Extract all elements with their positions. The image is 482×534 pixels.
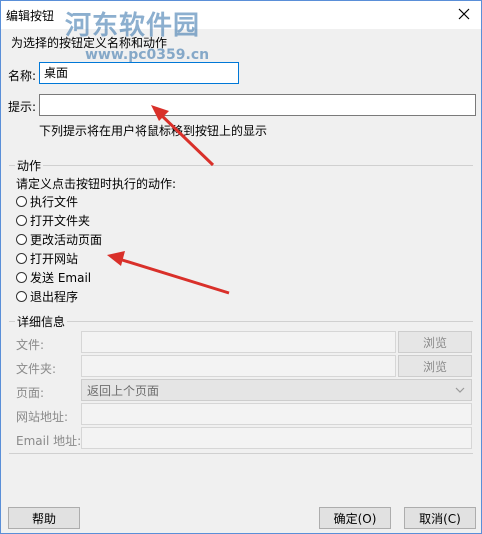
watermark-url: www.pc0359.cn xyxy=(85,47,210,63)
radio-circle-icon[interactable] xyxy=(16,195,27,207)
hint-input[interactable] xyxy=(39,94,476,116)
close-icon xyxy=(458,8,470,20)
action-prompt: 请定义点击按钮时执行的动作: xyxy=(16,177,177,191)
arrow-icon xyxy=(107,251,230,295)
action-group-border xyxy=(9,165,473,166)
chevron-down-icon xyxy=(455,387,465,393)
radio-label: 执行文件 xyxy=(30,194,79,209)
details-group-border xyxy=(9,321,473,322)
radio-send-email[interactable]: 发送 Email xyxy=(16,268,91,286)
radio-change-page[interactable]: 更改活动页面 xyxy=(16,230,102,248)
hint-description: 下列提示将在用户将鼠标移到按钮上的显示 xyxy=(39,124,268,138)
edit-button-dialog: 编辑按钮 为选择的按钮定义名称和动作 名称: 桌面 提示: 下列提示将在用户将鼠… xyxy=(0,0,482,534)
file-input[interactable] xyxy=(81,331,396,353)
hint-label: 提示: xyxy=(8,100,37,114)
website-input[interactable] xyxy=(81,403,472,425)
radio-execute-file[interactable]: 执行文件 xyxy=(16,192,78,210)
radio-label: 打开网站 xyxy=(30,251,79,266)
radio-label: 发送 Email xyxy=(30,270,92,285)
radio-label: 打开文件夹 xyxy=(30,213,91,228)
radio-open-folder[interactable]: 打开文件夹 xyxy=(16,211,90,229)
details-group-title: 详细信息 xyxy=(15,313,68,330)
close-button[interactable] xyxy=(447,1,481,27)
file-label: 文件: xyxy=(16,338,45,352)
radio-circle-icon[interactable] xyxy=(16,252,27,264)
radio-open-website[interactable]: 打开网站 xyxy=(16,249,78,267)
email-input[interactable] xyxy=(81,427,472,449)
action-group-title: 动作 xyxy=(15,157,44,174)
name-label: 名称: xyxy=(8,69,37,83)
window-title: 编辑按钮 xyxy=(6,9,55,23)
website-label: 网站地址: xyxy=(16,410,69,424)
browse-file-button[interactable]: 浏览 xyxy=(398,331,472,353)
radio-exit-program[interactable]: 退出程序 xyxy=(16,287,78,305)
folder-label: 文件夹: xyxy=(16,362,57,376)
page-select[interactable]: 返回上个页面 xyxy=(81,379,472,401)
radio-label: 退出程序 xyxy=(30,289,79,304)
details-group-bottom-border xyxy=(9,453,473,454)
email-label: Email 地址: xyxy=(16,434,82,448)
watermark-text: 河东软件园 xyxy=(65,11,201,41)
radio-circle-icon[interactable] xyxy=(16,290,27,302)
folder-input[interactable] xyxy=(81,355,396,377)
radio-circle-icon[interactable] xyxy=(16,233,27,245)
page-select-value: 返回上个页面 xyxy=(87,384,160,398)
watermark-logo: 河东软件园 www.pc0359.cn xyxy=(63,5,213,73)
radio-circle-icon[interactable] xyxy=(16,271,27,283)
radio-label: 更改活动页面 xyxy=(30,232,103,247)
help-button[interactable]: 帮助 xyxy=(8,507,80,529)
radio-circle-icon[interactable] xyxy=(16,214,27,226)
ok-button[interactable]: 确定(O) xyxy=(319,507,391,529)
page-label: 页面: xyxy=(16,386,45,400)
browse-folder-button[interactable]: 浏览 xyxy=(398,355,472,377)
cancel-button[interactable]: 取消(C) xyxy=(404,507,476,529)
